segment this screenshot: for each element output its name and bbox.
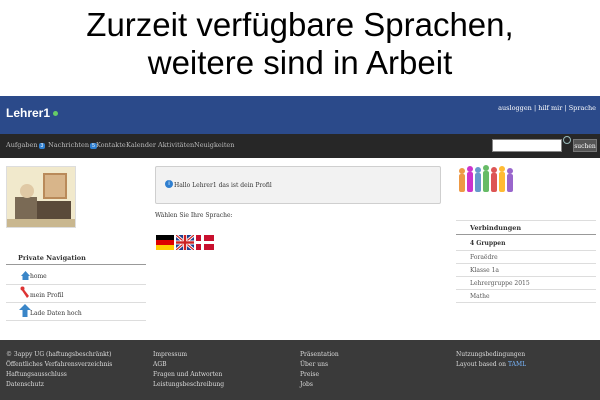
connections-row-divider xyxy=(456,263,596,264)
connections-item-groups[interactable]: 4 Gruppen xyxy=(470,240,505,247)
profile-hello-box: i Hallo Lehrer1 das ist dein Profil xyxy=(155,166,441,204)
footer-layout-link[interactable]: TAML xyxy=(508,361,526,368)
connections-row-divider xyxy=(456,302,596,303)
top-bar: Lehrer1 xyxy=(0,96,600,134)
caption-line-1: Zurzeit verfügbare Sprachen, xyxy=(86,6,514,43)
sidebar-item-upload[interactable]: Lade Daten hoch xyxy=(30,310,82,317)
search-input[interactable] xyxy=(492,139,562,152)
uk-flag-icon[interactable] xyxy=(175,233,195,252)
nav-news[interactable]: Neuigkeiten xyxy=(194,141,234,149)
footer-link[interactable]: Jobs xyxy=(300,381,313,388)
connections-item[interactable]: Lehrergruppe 2015 xyxy=(470,280,530,287)
brand-name: Lehrer1 xyxy=(6,106,51,120)
footer-link[interactable]: Präsentation xyxy=(300,351,339,358)
nav-messages[interactable]: Nachrichten 5 xyxy=(48,141,97,149)
hello-message: Hallo Lehrer1 das ist dein Profil xyxy=(174,182,272,189)
connections-row-divider xyxy=(456,276,596,277)
footer xyxy=(0,340,600,400)
sidebar-divider xyxy=(6,264,146,265)
footer-link[interactable]: Haftungsausschluss xyxy=(6,371,67,378)
connections-item[interactable]: Klasse 1a xyxy=(470,267,499,274)
people-group-icon xyxy=(456,164,518,196)
nav-activities[interactable]: Aktivitäten xyxy=(158,141,194,149)
status-dot-icon xyxy=(53,111,59,117)
danish-flag-icon[interactable] xyxy=(196,235,214,250)
footer-link[interactable]: Fragen und Antworten xyxy=(153,371,222,378)
footer-link[interactable]: Impressum xyxy=(153,351,187,358)
footer-link[interactable]: Datenschutz xyxy=(6,381,44,388)
nav-messages-label: Nachrichten xyxy=(48,141,90,149)
footer-link[interactable]: Öffentliches Verfahrensverzeichnis xyxy=(6,361,112,368)
logout-link[interactable]: ausloggen xyxy=(498,104,532,112)
avatar-illustration xyxy=(7,167,75,227)
search-icon xyxy=(563,136,571,144)
sidebar-divider xyxy=(6,320,146,321)
avatar xyxy=(6,166,76,228)
caption-line-2: weitere sind in Arbeit xyxy=(147,44,453,81)
search-button[interactable]: suchen xyxy=(573,139,597,152)
connections-row-divider xyxy=(456,250,596,251)
sidebar-item-profile[interactable]: mein Profil xyxy=(30,292,63,299)
nav-tasks-label: Aufgaben xyxy=(6,141,38,149)
info-icon: i xyxy=(165,180,173,188)
top-links: ausloggen | hilf mir | Sprache xyxy=(498,104,596,112)
connections-divider xyxy=(456,234,596,235)
footer-link[interactable]: AGB xyxy=(153,361,167,368)
german-flag-icon[interactable] xyxy=(156,235,174,250)
nav-contacts[interactable]: Kontakte xyxy=(96,141,126,149)
footer-link[interactable]: Leistungsbeschreibung xyxy=(153,381,224,388)
footer-link[interactable]: Nutzungsbedingungen xyxy=(456,351,525,358)
language-link[interactable]: Sprache xyxy=(569,104,596,112)
footer-layout-credit: Layout based on TAML xyxy=(456,361,526,368)
language-prompt: Wählen Sie Ihre Sprache: xyxy=(155,212,233,219)
help-link[interactable]: hilf mir xyxy=(538,104,562,112)
connections-top-divider xyxy=(456,220,596,221)
connections-title: Verbindungen xyxy=(470,224,522,232)
footer-link[interactable]: Über uns xyxy=(300,361,328,368)
tasks-count-badge: 3 xyxy=(38,143,46,149)
sidebar-item-home[interactable]: home xyxy=(30,273,47,280)
footer-link[interactable]: Preise xyxy=(300,371,319,378)
brand[interactable]: Lehrer1 xyxy=(6,106,59,120)
nav-calendar[interactable]: Kalender xyxy=(126,141,156,149)
connections-item[interactable]: Foraëdre xyxy=(470,254,498,261)
footer-copyright: © 3appy UG (haftungsbeschränkt) xyxy=(6,351,112,358)
connections-row-divider xyxy=(456,289,596,290)
screenshot-caption: Zurzeit verfügbare Sprachen, weitere sin… xyxy=(0,6,600,82)
connections-item[interactable]: Mathe xyxy=(470,293,490,300)
sidebar-title: Private Navigation xyxy=(18,254,86,262)
nav-tasks[interactable]: Aufgaben 3 xyxy=(6,141,46,149)
footer-layout-prefix: Layout based on xyxy=(456,361,507,368)
